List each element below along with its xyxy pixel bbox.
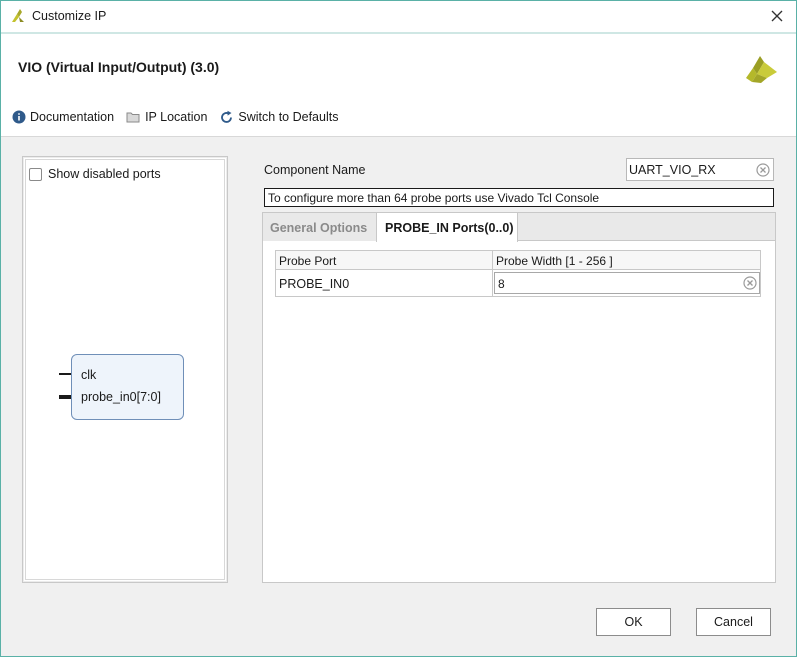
probe-port-pin [59, 395, 71, 399]
vio-ip-symbol[interactable]: clk probe_in0[7:0] [71, 354, 184, 420]
clear-circle-icon[interactable] [756, 163, 770, 177]
documentation-label: Documentation [30, 110, 115, 124]
column-header-probe-width: Probe Width [1 - 256 ] [493, 251, 760, 270]
xilinx-brand-logo-icon [746, 56, 777, 83]
component-name-label: Component Name [264, 163, 366, 177]
cancel-button[interactable]: Cancel [696, 608, 771, 636]
tab-probe-in-ports[interactable]: PROBE_IN Ports(0..0) [376, 213, 518, 242]
port-clk-label: clk [81, 368, 97, 382]
config-panel: Component Name UART_VIO_RX To configure … [262, 156, 776, 583]
clk-port-pin [59, 373, 71, 375]
close-icon[interactable] [768, 7, 786, 25]
clear-circle-icon[interactable] [743, 276, 757, 290]
xilinx-logo-icon [12, 9, 24, 22]
column-header-probe-port: Probe Port [276, 251, 493, 270]
probe-width-input[interactable]: 8 [494, 272, 760, 294]
tab-general-options[interactable]: General Options [263, 213, 376, 241]
switch-to-defaults-button[interactable]: Switch to Defaults [219, 110, 338, 125]
customize-ip-window: Customize IP VIO (Virtual Input/Output) … [0, 0, 797, 657]
port-probe-label: probe_in0[7:0] [81, 390, 161, 404]
show-disabled-ports-label: Show disabled ports [48, 167, 161, 181]
ip-title: VIO (Virtual Input/Output) (3.0) [18, 59, 220, 75]
title-bar: Customize IP [1, 1, 796, 32]
ip-location-label: IP Location [145, 110, 208, 124]
ip-header: VIO (Virtual Input/Output) (3.0) Documen… [1, 34, 796, 136]
folder-icon [126, 112, 140, 122]
tab-strip: General Options PROBE_IN Ports(0..0) [263, 213, 775, 242]
documentation-button[interactable]: Documentation [12, 110, 114, 124]
config-tabs: General Options PROBE_IN Ports(0..0) Pro… [262, 212, 776, 583]
info-icon [12, 110, 26, 124]
ip-location-button[interactable]: IP Location [126, 110, 207, 124]
refresh-icon [221, 110, 233, 123]
dialog-body: Show disabled ports clk probe_in0[7:0] C… [1, 137, 796, 656]
probe-info-message: To configure more than 64 probe ports us… [264, 188, 774, 207]
show-disabled-ports-row: Show disabled ports [29, 167, 161, 181]
ip-symbol-canvas: Show disabled ports clk probe_in0[7:0] [25, 159, 225, 580]
probe-table: Probe Port Probe Width [1 - 256 ] PROBE_… [275, 250, 761, 297]
ip-symbol-panel: Show disabled ports clk probe_in0[7:0] [22, 156, 228, 583]
switch-to-defaults-label: Switch to Defaults [238, 110, 339, 124]
ip-toolbar: Documentation IP Location Switch to Defa… [12, 108, 350, 126]
show-disabled-ports-checkbox[interactable] [29, 167, 42, 181]
probe-width-cell: 8 [494, 270, 760, 296]
ok-button[interactable]: OK [596, 608, 671, 636]
component-name-field[interactable]: UART_VIO_RX [626, 158, 774, 181]
probe-port-cell: PROBE_IN0 [276, 270, 493, 296]
window-title: Customize IP [32, 9, 107, 23]
